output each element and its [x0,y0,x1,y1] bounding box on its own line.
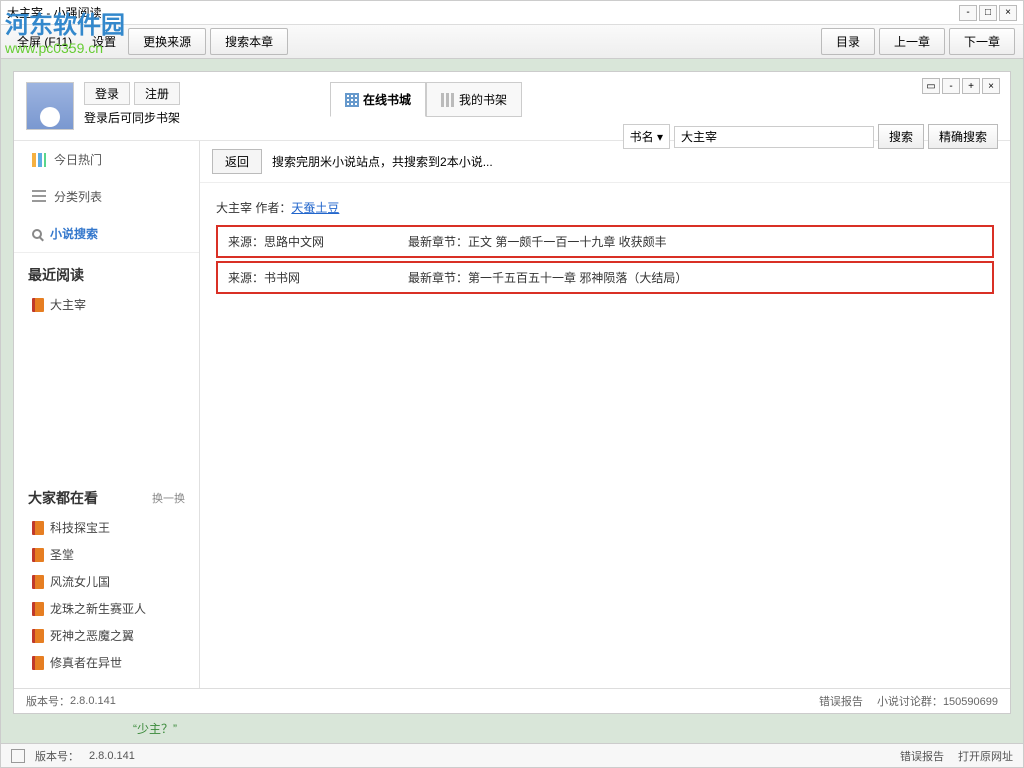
panel-close-button[interactable]: × [982,78,1000,94]
book-icon [32,298,44,312]
outer-window: 大主宰 - 小强阅读 - □ × 全屏 (F11) 设置 更换来源 搜索本章 目… [0,0,1024,768]
next-chapter-button[interactable]: 下一章 [949,28,1015,55]
panel-restore-button[interactable]: ▭ [922,78,940,94]
panel-header: 登录 注册 登录后可同步书架 在线书城 我的书架 [14,72,1010,141]
panel-minimize-button[interactable]: - [942,78,960,94]
login-button[interactable]: 登录 [84,82,130,105]
tab-my-shelf[interactable]: 我的书架 [426,82,522,117]
shelf-icon [441,93,455,107]
open-original-url[interactable]: 打开原网址 [958,748,1013,764]
panel-window-controls: ▭ - + × [922,78,1000,94]
popular-list: 科技探宝王圣堂风流女儿国龙珠之新生赛亚人死神之恶魔之翼修真者在异世 [14,514,199,688]
results-summary: 搜索完朋米小说站点，共搜索到2本小说... [272,153,493,170]
back-button[interactable]: 返回 [212,149,262,174]
book-icon [32,521,44,535]
inner-footer: 版本号： 2.8.0.141 错误报告 小说讨论群：150590699 [14,688,1010,713]
title-bar: 大主宰 - 小强阅读 - □ × [1,1,1023,25]
inner-panel: ▭ - + × 登录 注册 登录后可同步书架 在线书城 [13,71,1011,714]
search-input[interactable] [674,126,874,148]
tab-online-store[interactable]: 在线书城 [330,82,426,117]
source-row[interactable]: 来源：思路中文网最新章节：正文 第一颇千一百一十九章 收获颇丰 [216,225,994,258]
outer-bug-report[interactable]: 错误报告 [900,748,944,764]
list-icon [32,190,46,204]
list-item[interactable]: 龙珠之新生赛亚人 [28,595,185,622]
outer-footer: 版本号： 2.8.0.141 错误报告 打开原网址 [1,743,1023,767]
list-item[interactable]: 科技探宝王 [28,514,185,541]
reader-quote: “少主？” [13,714,1011,743]
recent-section-title: 最近阅读 [14,253,199,291]
sidebar-item-category[interactable]: 分类列表 [14,178,199,215]
list-item[interactable]: 修真者在异世 [28,649,185,676]
swap-button[interactable]: 换一换 [152,490,185,506]
prev-chapter-button[interactable]: 上一章 [879,28,945,55]
main-toolbar: 全屏 (F11) 设置 更换来源 搜索本章 目录 上一章 下一章 [1,25,1023,59]
avatar[interactable] [26,82,74,130]
outer-version: 2.8.0.141 [89,750,135,762]
book-icon [32,548,44,562]
grid-icon [345,93,359,107]
register-button[interactable]: 注册 [134,82,180,105]
catalog-button[interactable]: 目录 [821,28,875,55]
results-main: 返回 搜索完朋米小说站点，共搜索到2本小说... 大主宰 作者：天蚕土豆 来源：… [200,141,1010,688]
book-icon [32,575,44,589]
change-source-button[interactable]: 更换来源 [128,28,206,55]
close-button[interactable]: × [999,5,1017,21]
login-hint: 登录后可同步书架 [84,109,180,126]
sidebar-item-search[interactable]: 小说搜索 [14,215,199,252]
minimize-button[interactable]: - [959,5,977,21]
search-icon [32,229,42,239]
inner-bug-report[interactable]: 错误报告 [819,693,863,709]
book-icon [32,602,44,616]
window-title: 大主宰 - 小强阅读 [7,4,959,21]
search-chapter-button[interactable]: 搜索本章 [210,28,288,55]
maximize-button[interactable]: □ [979,5,997,21]
list-item[interactable]: 风流女儿国 [28,568,185,595]
book-icon [32,629,44,643]
book-icon [32,656,44,670]
fullscreen-button[interactable]: 全屏 (F11) [9,29,80,54]
list-item[interactable]: 死神之恶魔之翼 [28,622,185,649]
search-field-select[interactable]: 书名 ▾ [623,124,670,149]
settings-button[interactable]: 设置 [84,29,124,54]
sidebar: 今日热门 分类列表 小说搜索 最近阅读 大 [14,141,200,688]
status-icon[interactable] [11,749,25,763]
author-link[interactable]: 天蚕土豆 [291,201,339,215]
sidebar-item-hot[interactable]: 今日热门 [14,141,199,178]
recent-list: 大主宰 [14,291,199,330]
list-item[interactable]: 大主宰 [28,291,185,318]
exact-search-button[interactable]: 精确搜索 [928,124,998,149]
search-button[interactable]: 搜索 [878,124,924,149]
qq-group: 150590699 [943,696,998,708]
chart-icon [32,153,46,167]
popular-section-title: 大家都在看 换一换 [14,476,199,514]
result-book-title: 大主宰 作者：天蚕土豆 [216,193,994,222]
content-area: ▭ - + × 登录 注册 登录后可同步书架 在线书城 [1,59,1023,743]
source-row[interactable]: 来源：书书网最新章节：第一千五百五十一章 邪神陨落（大结局） [216,261,994,294]
shelf-tabs: 在线书城 我的书架 [330,82,522,117]
panel-maximize-button[interactable]: + [962,78,980,94]
inner-version: 2.8.0.141 [70,695,116,707]
search-bar: 书名 ▾ 搜索 精确搜索 [623,124,998,149]
list-item[interactable]: 圣堂 [28,541,185,568]
